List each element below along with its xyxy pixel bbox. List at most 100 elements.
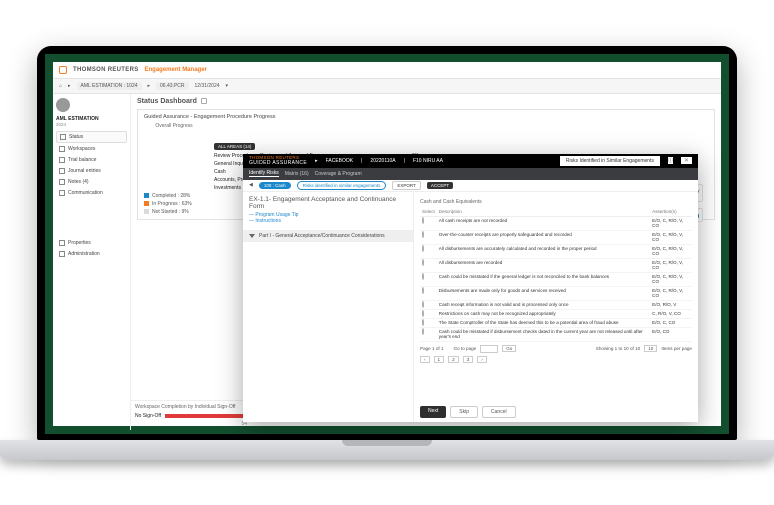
user-avatar[interactable] (56, 98, 70, 112)
overlay-crumb-a[interactable]: FACEBOOK (326, 158, 354, 164)
row-radio[interactable] (422, 273, 424, 280)
overall-progress-donut (144, 131, 204, 191)
table-row: All cash receipts are not recordedE/O, C… (420, 216, 692, 230)
sidebar-item-label: Properties (68, 240, 91, 246)
row-radio[interactable] (422, 231, 424, 238)
skip-button[interactable]: Skip (450, 406, 478, 418)
donut-legend: Completed : 28% In Progress : 63% Not St… (144, 193, 204, 215)
row-radio[interactable] (422, 217, 424, 224)
brand-company: THOMSON REUTERS (73, 67, 139, 73)
table-row: All disbursements are recordedE/O, C, R/… (420, 258, 692, 272)
row-radio[interactable] (422, 259, 424, 266)
sidebar-item-status[interactable]: Status (56, 131, 127, 143)
next-button[interactable]: Next (420, 406, 446, 418)
admin-icon (59, 251, 65, 257)
row-radio[interactable] (422, 287, 424, 294)
home-icon[interactable]: ⌂ (59, 83, 62, 89)
tab-coverage[interactable]: Coverage & Program (315, 171, 362, 177)
table-row: Disbursements are made only for goods an… (420, 286, 692, 300)
workspaces-icon (59, 146, 65, 152)
per-page-select[interactable]: 10 (644, 345, 657, 352)
row-desc: Disbursements are made only for goods an… (437, 286, 650, 300)
row-assertions: C, R/O, V, CO (650, 309, 692, 318)
page-2[interactable]: 2 (448, 356, 459, 363)
row-assertions: E/O, C, R/O, V, CO (650, 286, 692, 300)
row-radio[interactable] (422, 245, 424, 252)
notes-icon (59, 179, 65, 185)
row-radio[interactable] (422, 328, 424, 335)
signoff-pct: 54 (135, 421, 247, 427)
area-pill[interactable]: 100 : Cash (259, 182, 291, 189)
close-icon[interactable]: ✕ (681, 157, 692, 164)
signoff-panel: Workspace Completion by Individual Sign-… (131, 400, 251, 430)
per-page-label: Items per page (661, 346, 692, 351)
panel-title: Guided Assurance - Engagement Procedure … (144, 114, 708, 120)
brand-product: Engagement Manager (145, 67, 207, 73)
go-button[interactable]: Go (502, 345, 516, 352)
crumb-entity[interactable]: AML ESTIMATION : 1024 (77, 82, 142, 90)
overlay-tabs: Identify Risks Matrix (16) Coverage & Pr… (243, 168, 698, 180)
table-row: Restrictions on cash may not be recogniz… (420, 309, 692, 318)
page-3[interactable]: 3 (463, 356, 474, 363)
row-desc: Cash receipt information is not valid an… (437, 300, 650, 309)
page-title: Status Dashboard (137, 98, 197, 105)
form-heading: EX-1.1- Engagement Acceptance and Contin… (249, 196, 407, 210)
sidebar-item-label: Notes (4) (68, 179, 89, 185)
sidebar-item-label: Workspaces (68, 146, 95, 152)
crumb-pcr[interactable]: 06.43.PCR (156, 82, 188, 90)
go-page-input[interactable] (480, 345, 498, 353)
table-row: Cash could be misstated if disbursement … (420, 327, 692, 341)
sidebar-item-trial-balance[interactable]: Trial balance (56, 155, 127, 165)
row-radio[interactable] (422, 310, 424, 317)
tab-matrix[interactable]: Matrix (16) (285, 171, 309, 177)
chevron-left-icon[interactable]: ◀ (249, 182, 253, 188)
app-topbar: THOMSON REUTERS Engagement Manager (53, 62, 721, 79)
sidebar-item-journal-entries[interactable]: Journal entries (56, 166, 127, 176)
edit-icon[interactable] (201, 98, 207, 104)
sidebar-item-communication[interactable]: Communication (56, 188, 127, 198)
sidebar-item-label: Administration (68, 251, 100, 257)
row-radio[interactable] (422, 301, 424, 308)
sidebar-item-workspaces[interactable]: Workspaces (56, 144, 127, 154)
col-select: Select (420, 207, 437, 217)
row-desc: Cash could be misstated if disbursement … (437, 327, 650, 341)
user-year: 2024 (56, 122, 127, 127)
similar-risks-pill[interactable]: Risks identified in similar engagements (297, 181, 387, 190)
info-icon[interactable]: ⓘ (668, 157, 673, 164)
instructions-link[interactable]: — Instructions (249, 218, 407, 224)
desktop-wallpaper: THOMSON REUTERS Engagement Manager ⌂ ▸ A… (45, 54, 729, 434)
page-next[interactable]: › (477, 356, 487, 363)
overall-progress-label: Overall Progress (144, 123, 204, 129)
row-radio[interactable] (422, 319, 424, 326)
export-button[interactable]: EXPORT (392, 181, 420, 190)
section-title: Part I - General Acceptance/Continuance … (259, 233, 385, 239)
laptop-mockup: THOMSON REUTERS Engagement Manager ⌂ ▸ A… (37, 46, 737, 460)
all-areas-button[interactable]: ALL AREAS (14) (214, 143, 255, 150)
tab-identify-risks[interactable]: Identify Risks (249, 170, 279, 177)
page-numbers: ‹ 1 2 3 › (420, 356, 692, 363)
row-assertions: E/O, C, R/O, V, CO (650, 230, 692, 244)
cancel-button[interactable]: Cancel (482, 406, 516, 418)
row-desc: All cash receipts are not recorded (437, 216, 650, 230)
dialog-footer: Next Skip Cancel (420, 400, 692, 418)
overlay-crumb-b[interactable]: 20220110A (370, 158, 395, 164)
legend-not-started: Not Started : 9% (152, 209, 189, 215)
col-description: Description (437, 207, 650, 217)
page-prev[interactable]: ‹ (420, 356, 430, 363)
row-assertions: E/O, C, R/O, V, CO (650, 216, 692, 230)
sidebar-item-properties[interactable]: Properties (56, 238, 127, 248)
table-row: Over-the-counter receipts are properly s… (420, 230, 692, 244)
left-sidebar: AML ESTIMATION 2024 Status Workspaces Tr… (53, 94, 131, 430)
section-header[interactable]: Part I - General Acceptance/Continuance … (243, 230, 413, 242)
sidebar-item-notes[interactable]: Notes (4) (56, 177, 127, 187)
row-assertions: E/O, CO (650, 327, 692, 341)
chevron-down-icon (249, 234, 255, 238)
overlay-crumb-c[interactable]: F10 NIRU AA (413, 158, 443, 164)
sidebar-item-administration[interactable]: Administration (56, 249, 127, 259)
thomson-reuters-logo-icon (59, 66, 67, 74)
overlay-right-pane: Cash and Cash Equivalents Select Descrip… (413, 192, 698, 422)
journal-icon (59, 168, 65, 174)
page-1[interactable]: 1 (434, 356, 445, 363)
accept-button[interactable]: ACCEPT (427, 182, 453, 189)
row-assertions: E/O, C, CO (650, 318, 692, 327)
